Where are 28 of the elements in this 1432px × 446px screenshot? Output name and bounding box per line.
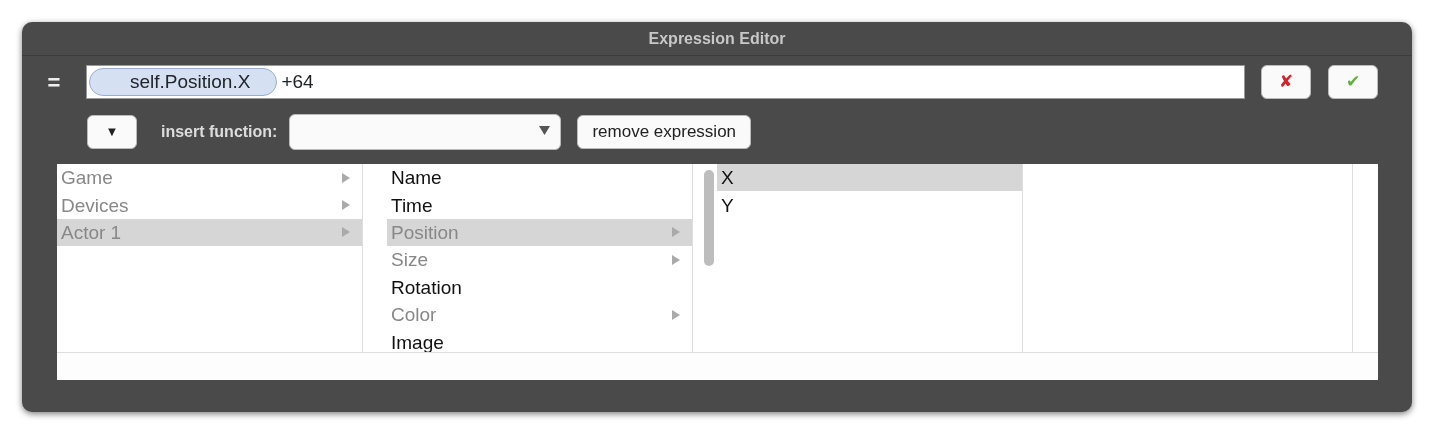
list-item[interactable]: Color [387,300,692,329]
disclosure-arrow-icon [672,254,680,265]
equals-sign: = [46,68,62,97]
list-item[interactable]: Time [387,191,692,219]
caret-icon [539,126,551,135]
dropdown-button[interactable]: ▼ [87,115,137,149]
remove-expression-button[interactable]: remove expression [577,115,752,149]
disclosure-arrow-icon [342,172,350,183]
expression-field[interactable]: self.Position.X +64 [86,65,1245,99]
cancel-button[interactable]: ✘ [1261,65,1311,99]
disclosure-arrow-icon [342,227,350,238]
expression-text: +64 [281,69,314,94]
disclosure-arrow-icon [342,200,350,211]
list-item[interactable]: Y [717,191,1022,219]
scrollbar-thumb[interactable] [704,170,714,266]
window-title: Expression Editor [22,22,1412,56]
list-item[interactable]: Devices [57,191,362,219]
list-item[interactable]: X [717,164,1022,192]
list-item[interactable]: Size [387,246,692,274]
list-item[interactable]: Image [387,328,692,352]
list-item[interactable]: Game [57,164,362,192]
attribute-token[interactable]: self.Position.X [89,68,278,96]
disclosure-arrow-icon [672,227,680,238]
insert-function-label: insert function: [161,122,278,142]
list-item[interactable]: Rotation [387,273,692,301]
function-select[interactable] [289,114,562,150]
disclosure-arrow-icon [672,309,680,320]
list-item[interactable]: Name [387,164,692,192]
